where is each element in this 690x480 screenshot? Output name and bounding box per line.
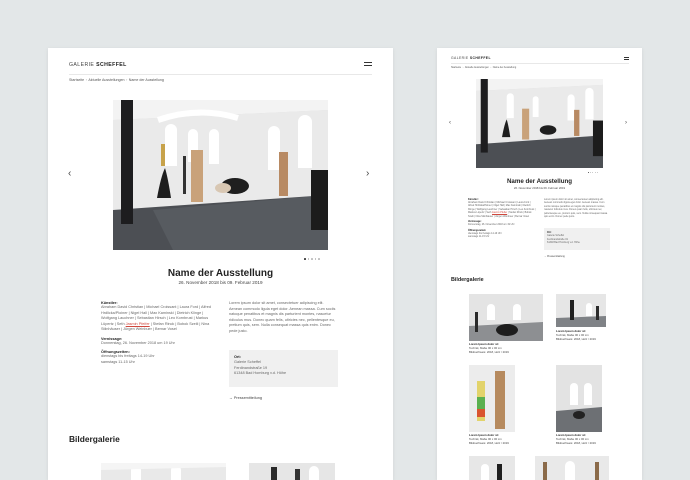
slider-dot[interactable] — [318, 258, 320, 260]
exhibition-hero-image — [476, 79, 603, 168]
opening-value: Donnerstag, 26. November 2018 um 19 Uhr — [468, 223, 515, 227]
slider-next-arrow-icon[interactable]: › — [625, 118, 627, 128]
artists-list: Abraham David Christian | Michael Croiss… — [101, 305, 211, 331]
brand-name-light: GALERIE — [69, 62, 97, 68]
compact-page: GALERIE SCHEFFEL Startseite › Aktuelle Aus… — [437, 48, 642, 480]
gallery-thumbnail[interactable] — [535, 456, 609, 480]
slider-dot[interactable] — [304, 258, 306, 260]
breadcrumb: Startseite › Aktuelle Ausstellungen › Name d… — [69, 78, 164, 82]
slider-prev-arrow-icon[interactable]: ‹ — [449, 118, 451, 128]
exhibition-dates: 26. November 2018 bis 09. Februar 2019 — [178, 280, 263, 285]
slider-dot[interactable] — [590, 172, 592, 173]
brand-name-light: GALERIE — [451, 56, 470, 60]
slider-dot[interactable] — [311, 258, 313, 260]
hamburger-menu-icon[interactable] — [624, 57, 629, 62]
hamburger-menu-icon[interactable] — [364, 62, 372, 68]
exhibition-title: Name der Ausstellung — [506, 178, 573, 185]
brand-logo[interactable]: GALERIE SCHEFFEL — [69, 62, 127, 68]
slider-prev-arrow-icon[interactable]: ‹ — [68, 169, 71, 179]
artists-list: Abraham David Christian | Michael Croiss… — [468, 201, 536, 218]
brand-name-bold: SCHEFFEL — [469, 56, 491, 60]
gallery-thumbnail[interactable] — [249, 463, 335, 480]
exhibition-title: Name der Ausstellung — [167, 268, 274, 279]
exhibition-details: Künstler: Abraham David Christian | Mich… — [468, 198, 536, 239]
gallery-thumbnail[interactable] — [469, 456, 515, 480]
gallery-thumbnail[interactable] — [469, 365, 515, 432]
breadcrumb-item-exhibitions[interactable]: Aktuelle Ausstellungen — [88, 78, 124, 82]
location-box: Ort: Galerie Scheffel Ferdinandstraße 19… — [229, 350, 338, 387]
exhibition-dates: 26. November 2018 bis 09. Februar 2019 — [513, 186, 566, 190]
slider-dot[interactable] — [592, 172, 594, 173]
slider-dots — [304, 258, 320, 260]
breadcrumb-item-current: Name der Ausstellung — [128, 78, 164, 82]
header-divider — [451, 63, 629, 64]
press-release-link[interactable]: → Pressemitteilung — [229, 396, 262, 400]
gallery-caption: Lorem Ipsum dolor sit Technik, Maße 00 x … — [556, 433, 596, 445]
exhibition-details: Künstler: Abraham David Christian | Mich… — [101, 301, 213, 365]
gallery-thumbnail[interactable] — [469, 294, 543, 341]
gallery-caption: Lorem Ipsum dolor sit Technik, Maße 00 x … — [469, 342, 509, 354]
location-box: Ort: Galerie Scheffel Ferdinandstraße 19… — [544, 228, 610, 250]
header-divider — [69, 74, 372, 75]
slider-dot[interactable] — [596, 172, 598, 173]
location-line-3: 61348 Bad Homburg v.d. Höhe — [234, 370, 287, 375]
gallery-caption: Lorem Ipsum dolor sit Technik, Maße 00 x … — [469, 433, 509, 445]
slider-dot[interactable] — [307, 258, 310, 260]
opening-value: Donnerstag, 26. November 2018 um 19 Uhr — [101, 340, 175, 345]
breadcrumb: Startseite › Aktuelle Ausstellungen › Name d… — [451, 66, 517, 69]
desktop-page: GALERIE SCHEFFEL Startseite › Aktuelle Aus… — [48, 48, 393, 480]
exhibition-description: Lorem ipsum dolor sit amet, consectetuer… — [544, 198, 608, 219]
brand-name-bold: SCHEFFEL — [96, 62, 127, 68]
gallery-thumbnail[interactable] — [556, 294, 606, 327]
slider-dots — [588, 172, 598, 173]
hours-line-2: samstags 11-15 Uhr — [101, 359, 135, 364]
breadcrumb-item-home[interactable]: Startseite — [451, 66, 461, 69]
slider-dot[interactable] — [588, 172, 589, 173]
breadcrumb-item-current: Name der Ausstellung — [492, 66, 517, 69]
slider-dot[interactable] — [314, 258, 317, 260]
location-line-3: 61348 Bad Homburg v.d. Höhe — [547, 241, 580, 245]
slider-next-arrow-icon[interactable]: › — [366, 169, 369, 179]
breadcrumb-item-home[interactable]: Startseite — [69, 78, 84, 82]
breadcrumb-item-exhibitions[interactable]: Aktuelle Ausstellungen — [465, 66, 489, 69]
gallery-caption: Lorem Ipsum dolor sit Technik, Maße 00 x … — [556, 329, 596, 341]
slider-dot[interactable] — [594, 172, 596, 173]
exhibition-description: Lorem ipsum dolor sit amet, consectetuer… — [229, 301, 336, 333]
exhibition-hero-image — [113, 100, 328, 250]
hours-line-2: samstags 11-15 Uhr — [468, 235, 490, 239]
artist-link[interactable]: Jasmin Pfeifer — [126, 322, 150, 326]
gallery-thumbnail[interactable] — [101, 463, 226, 480]
gallery-heading: Bildergalerie — [451, 277, 484, 283]
brand-logo[interactable]: GALERIE SCHEFFEL — [451, 56, 491, 60]
gallery-thumbnail[interactable] — [556, 365, 602, 432]
press-release-link[interactable]: → Pressemitteilung — [544, 255, 565, 258]
gallery-heading: Bildergalerie — [69, 434, 120, 444]
